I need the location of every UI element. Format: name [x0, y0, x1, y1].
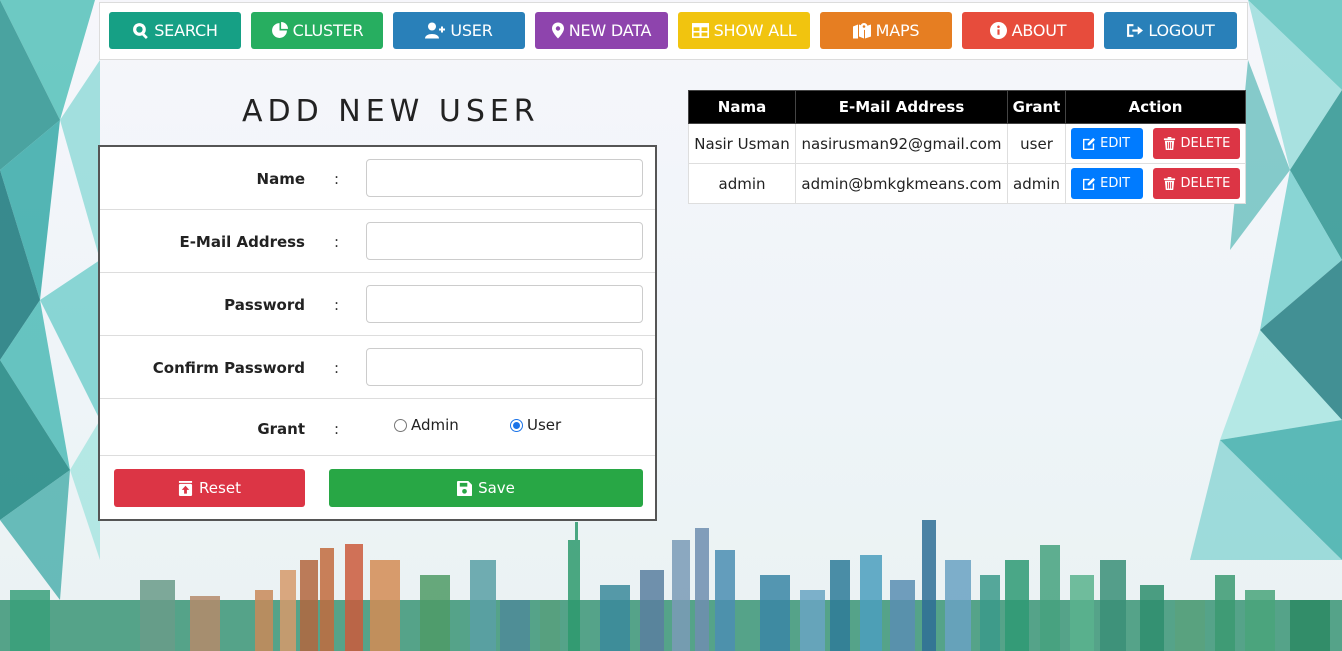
- colon: :: [334, 170, 340, 188]
- edit-button[interactable]: EDIT: [1070, 128, 1143, 159]
- nav-maps-label: MAPS: [875, 21, 920, 40]
- nav-new-data-label: NEW DATA: [568, 21, 652, 40]
- edit-button[interactable]: EDIT: [1070, 168, 1143, 199]
- edit-label: EDIT: [1100, 176, 1131, 191]
- add-user-form: Name : E-Mail Address : Password : Confi…: [98, 145, 657, 521]
- grant-admin-radio[interactable]: Admin: [394, 416, 459, 434]
- colon: :: [334, 296, 340, 314]
- delete-button[interactable]: DELETE: [1153, 128, 1241, 159]
- nav-logout-button[interactable]: LOGOUT: [1104, 12, 1237, 49]
- grant-admin-label: Admin: [411, 416, 459, 434]
- column-header-nama: Nama: [688, 90, 796, 124]
- grant-user-radio[interactable]: User: [510, 416, 561, 434]
- form-row-grant: Grant : Admin User: [100, 399, 655, 456]
- user-plus-icon: [425, 22, 446, 39]
- edit-icon: [1083, 137, 1096, 150]
- cell-email: admin@bmkgkmeans.com: [795, 163, 1008, 204]
- column-header-email: E-Mail Address: [795, 90, 1008, 124]
- name-input[interactable]: [366, 159, 643, 197]
- edit-label: EDIT: [1100, 136, 1131, 151]
- reset-label: Reset: [199, 479, 241, 497]
- save-label: Save: [478, 479, 515, 497]
- password-input[interactable]: [366, 285, 643, 323]
- nav-about-label: ABOUT: [1011, 21, 1067, 40]
- cell-actions: EDIT DELETE: [1065, 123, 1246, 164]
- cell-actions: EDIT DELETE: [1065, 163, 1246, 204]
- colon: :: [334, 233, 340, 251]
- nav-cluster-button[interactable]: CLUSTER: [251, 12, 383, 49]
- cell-grant: user: [1007, 123, 1066, 164]
- table-row: Nasir Usman nasirusman92@gmail.com user …: [688, 123, 1246, 164]
- top-navbar: SEARCH CLUSTER USER NEW DATA SHOW ALL MA…: [99, 2, 1248, 60]
- nav-search-label: SEARCH: [154, 21, 218, 40]
- table-icon: [691, 23, 709, 38]
- users-table: Nama E-Mail Address Grant Action Nasir U…: [688, 90, 1246, 204]
- nav-show-all-button[interactable]: SHOW ALL: [678, 12, 810, 49]
- delete-label: DELETE: [1180, 136, 1231, 151]
- nav-user-button[interactable]: USER: [393, 12, 525, 49]
- form-row-email: E-Mail Address :: [100, 210, 655, 273]
- nav-maps-button[interactable]: MAPS: [820, 12, 952, 49]
- upload-icon: [178, 480, 193, 496]
- search-icon: [133, 23, 149, 39]
- map-icon: [852, 23, 871, 39]
- form-row-password: Password :: [100, 273, 655, 336]
- radio-checked-icon[interactable]: [510, 418, 523, 432]
- save-button[interactable]: Save: [329, 469, 643, 507]
- cell-nama: Nasir Usman: [688, 123, 796, 164]
- edit-icon: [1083, 177, 1096, 190]
- info-circle-icon: [989, 22, 1007, 39]
- trash-icon: [1164, 177, 1176, 190]
- nav-search-button[interactable]: SEARCH: [109, 12, 241, 49]
- colon: :: [334, 359, 340, 377]
- form-row-confirm-password: Confirm Password :: [100, 336, 655, 399]
- column-header-grant: Grant: [1007, 90, 1066, 124]
- column-header-action: Action: [1065, 90, 1246, 124]
- cell-email: nasirusman92@gmail.com: [795, 123, 1008, 164]
- trash-icon: [1164, 137, 1176, 150]
- delete-label: DELETE: [1180, 176, 1231, 191]
- email-label: E-Mail Address: [179, 233, 305, 251]
- form-row-name: Name :: [100, 147, 655, 210]
- grant-user-label: User: [527, 416, 562, 434]
- delete-button[interactable]: DELETE: [1153, 168, 1241, 199]
- radio-unchecked-icon[interactable]: [394, 418, 407, 432]
- confirm-password-input[interactable]: [366, 348, 643, 386]
- nav-new-data-button[interactable]: NEW DATA: [535, 12, 668, 49]
- page-title: ADD NEW USER: [242, 94, 540, 129]
- nav-about-button[interactable]: ABOUT: [962, 12, 1094, 49]
- cell-grant: admin: [1007, 163, 1066, 204]
- password-label: Password: [224, 296, 305, 314]
- sign-out-icon: [1127, 24, 1144, 37]
- cell-nama: admin: [688, 163, 796, 204]
- map-marker-icon: [551, 22, 564, 39]
- name-label: Name: [256, 170, 305, 188]
- confirm-password-label: Confirm Password: [152, 359, 305, 377]
- colon: :: [334, 420, 340, 438]
- email-input[interactable]: [366, 222, 643, 260]
- nav-show-all-label: SHOW ALL: [713, 21, 797, 40]
- pie-chart-icon: [271, 22, 288, 38]
- nav-user-label: USER: [450, 21, 493, 40]
- floppy-disk-icon: [457, 480, 473, 496]
- nav-cluster-label: CLUSTER: [292, 21, 364, 40]
- grant-label: Grant: [257, 420, 305, 438]
- nav-logout-label: LOGOUT: [1148, 21, 1215, 40]
- table-header-row: Nama E-Mail Address Grant Action: [688, 90, 1246, 124]
- reset-button[interactable]: Reset: [114, 469, 305, 507]
- table-row: admin admin@bmkgkmeans.com admin EDIT DE…: [688, 163, 1246, 204]
